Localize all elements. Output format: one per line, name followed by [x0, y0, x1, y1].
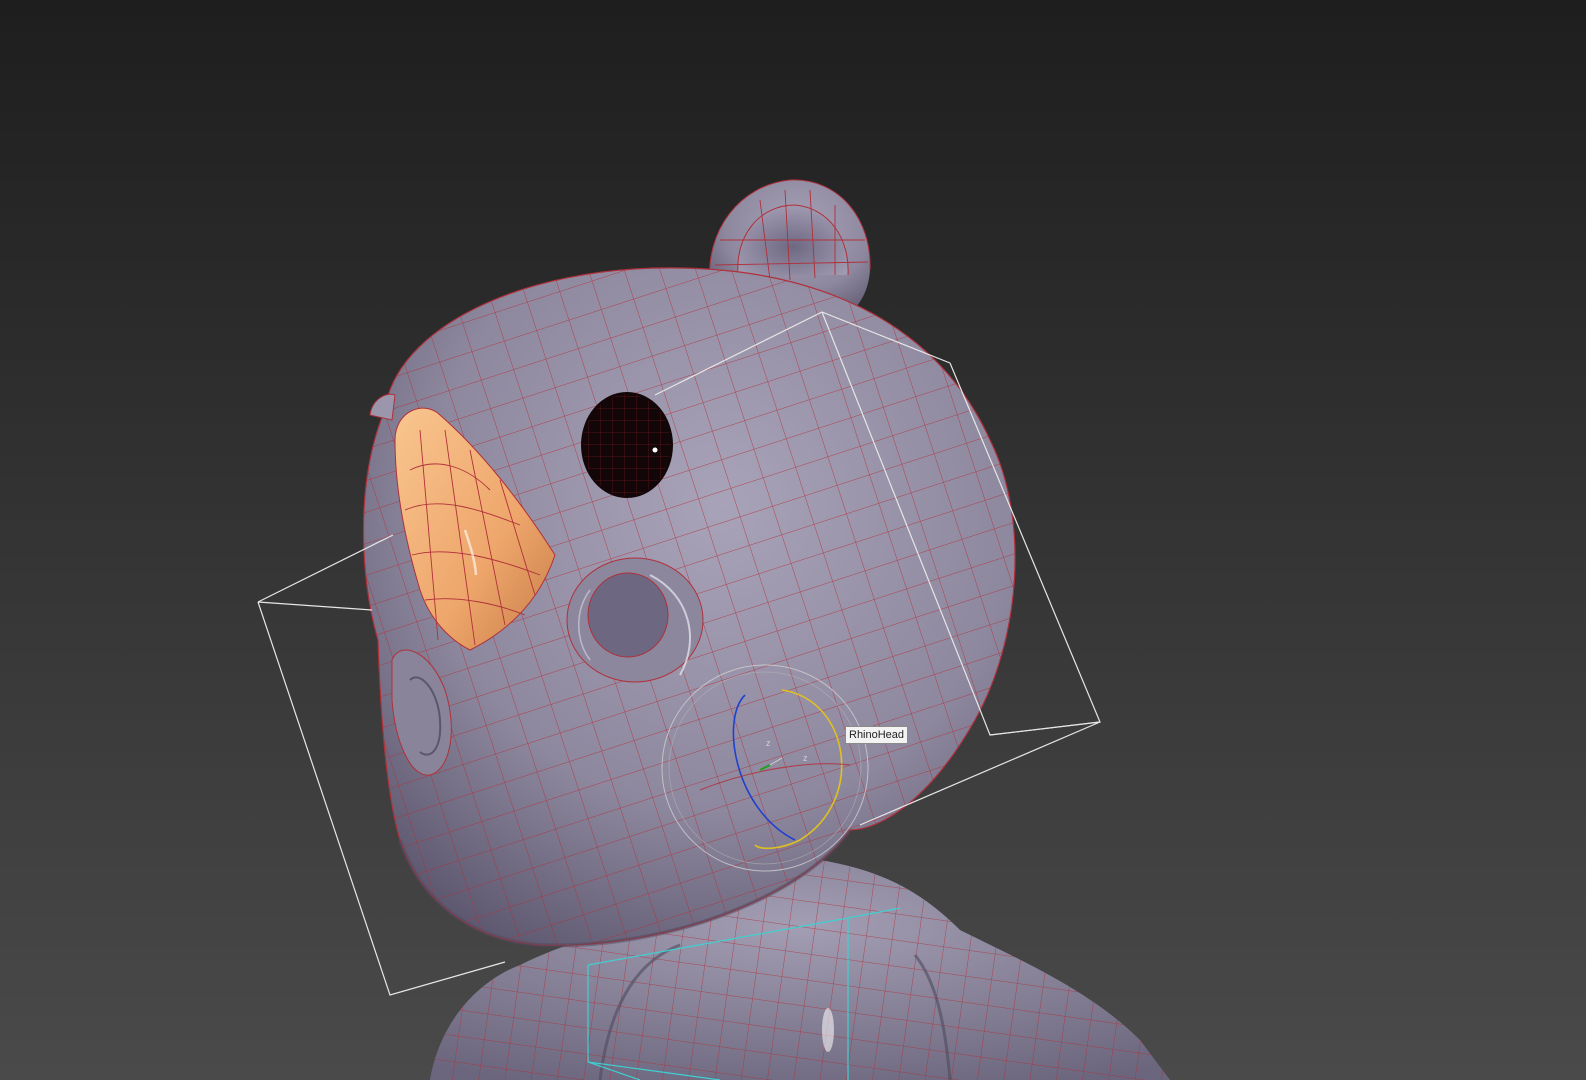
viewport-scene[interactable]: z z — [0, 0, 1586, 1080]
object-name-tooltip: RhinoHead — [845, 726, 909, 744]
nostril — [566, 557, 704, 683]
rhino-eye — [581, 392, 673, 498]
gizmo-axis-label-2: z — [803, 753, 808, 763]
3d-viewport[interactable]: z z RhinoHead — [0, 0, 1586, 1080]
gizmo-axis-label-1: z — [766, 738, 771, 748]
